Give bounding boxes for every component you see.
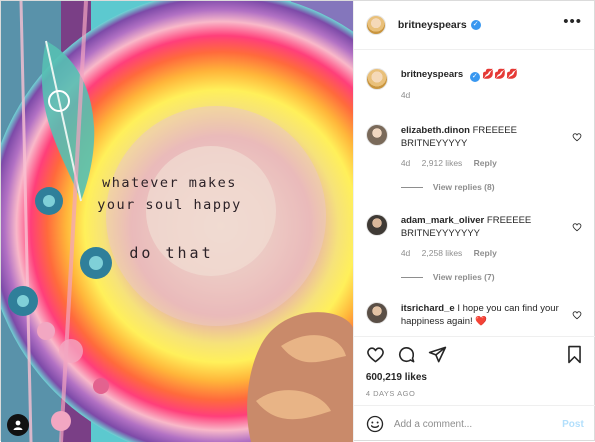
comment-username[interactable]: itsrichard_e	[401, 303, 455, 314]
comment-item: elizabeth.dinon FREEEEE BRITNEYYYYY 4d 2…	[365, 124, 584, 192]
instagram-post: whatever makes your soul happy do that b…	[0, 0, 595, 442]
caption-username[interactable]: britneyspears	[401, 69, 463, 80]
verified-badge-icon: ✓	[469, 72, 480, 82]
posted-timestamp[interactable]: 4 DAYS AGO	[366, 389, 584, 398]
user-tag-icon[interactable]	[7, 414, 29, 436]
commenter-avatar[interactable]	[365, 214, 388, 236]
author-avatar[interactable]	[365, 15, 386, 35]
post-comment-button[interactable]: Post	[562, 419, 584, 430]
comment-icon[interactable]	[397, 345, 416, 364]
bookmark-icon[interactable]	[565, 345, 584, 364]
post-actions: 600,219 likes 4 DAYS AGO	[353, 336, 595, 398]
painting-artwork	[1, 1, 353, 442]
post-image[interactable]: whatever makes your soul happy do that	[1, 1, 353, 442]
view-replies-button[interactable]: View replies (7)	[400, 272, 584, 282]
post-header: britneyspears ✓ •••	[353, 1, 594, 50]
commenter-avatar[interactable]	[365, 302, 388, 324]
comment-like-icon[interactable]	[572, 132, 582, 142]
comment-like-icon[interactable]	[572, 222, 582, 232]
caption: britneyspears ✓ 💋💋💋 4d	[365, 68, 584, 100]
comment-username[interactable]: adam_mark_oliver	[401, 215, 484, 226]
replies-divider	[400, 186, 423, 188]
author-username[interactable]: britneyspears	[398, 19, 467, 31]
reply-button[interactable]: Reply	[474, 158, 497, 168]
reply-button[interactable]: Reply	[474, 248, 497, 258]
view-replies-label: View replies (8)	[432, 182, 495, 192]
share-icon[interactable]	[428, 345, 447, 364]
likes-count[interactable]: 600,219 likes	[366, 372, 584, 383]
verified-badge-icon: ✓	[470, 20, 481, 30]
post-side-panel: britneyspears ✓ ••• britneyspears ✓ 💋💋💋 …	[352, 1, 595, 442]
comment-time[interactable]: 4d	[401, 158, 410, 168]
add-comment-bar: Add a comment... Post	[353, 405, 595, 442]
emoji-icon[interactable]	[366, 415, 384, 433]
comment-likes[interactable]: 2,258 likes	[422, 248, 463, 258]
comment-like-icon[interactable]	[572, 310, 582, 320]
comment-input[interactable]: Add a comment...	[394, 419, 562, 430]
caption-time[interactable]: 4d	[401, 90, 410, 100]
view-replies-label: View replies (7)	[432, 272, 495, 282]
comment-time[interactable]: 4d	[401, 248, 410, 258]
caption-text: 💋💋💋	[482, 69, 518, 80]
replies-divider	[400, 276, 423, 278]
comment-item: adam_mark_oliver FREEEEE BRITNEYYYYYYY 4…	[365, 214, 584, 282]
caption-avatar[interactable]	[365, 68, 388, 90]
comment-item: itsrichard_e I hope you can find your ha…	[365, 302, 584, 328]
quote-line-1: whatever makes	[102, 175, 237, 191]
view-replies-button[interactable]: View replies (8)	[400, 182, 584, 192]
comments-list[interactable]: britneyspears ✓ 💋💋💋 4d elizabeth.dinon F…	[354, 51, 595, 336]
quote-line-2: your soul happy	[97, 197, 242, 213]
commenter-avatar[interactable]	[365, 124, 388, 146]
more-options-icon[interactable]: •••	[563, 14, 582, 33]
heart-icon[interactable]	[366, 345, 385, 364]
quote-line-3: do that	[129, 244, 214, 262]
comment-likes[interactable]: 2,912 likes	[422, 158, 463, 168]
comment-username[interactable]: elizabeth.dinon	[401, 125, 470, 136]
